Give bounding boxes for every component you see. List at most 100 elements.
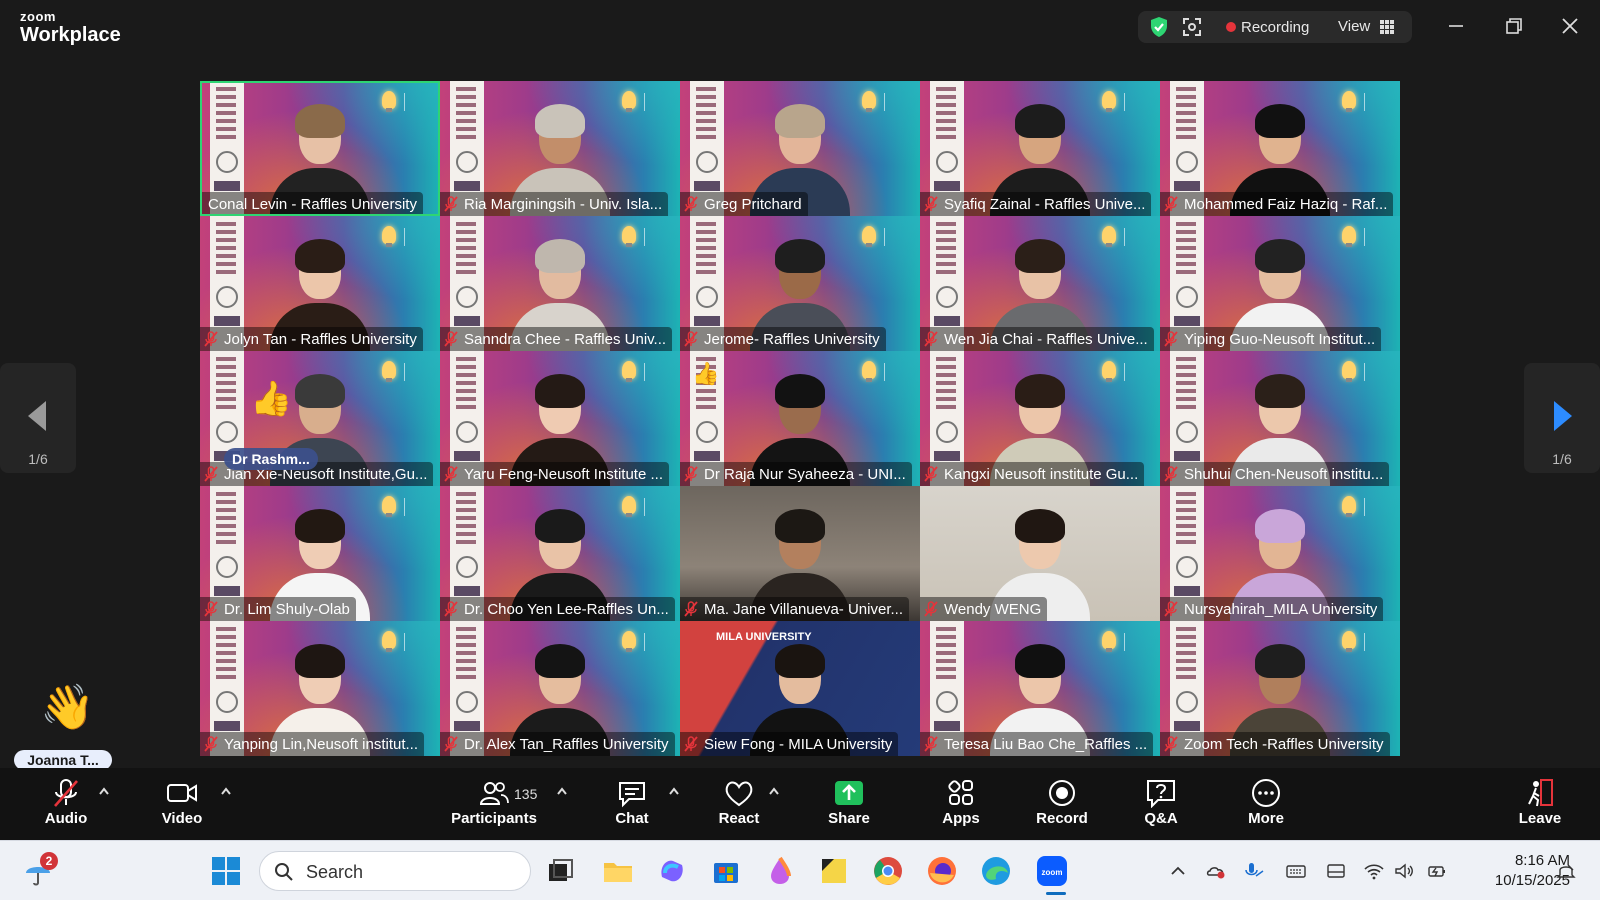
apps-button[interactable]: Apps — [936, 774, 986, 834]
participant-name: Ria Marginingsih - Univ. Isla... — [464, 195, 663, 213]
onedrive-icon[interactable] — [1206, 862, 1226, 880]
participant-name-bar: Dr. Alex Tan_Raffles University — [440, 732, 675, 756]
conference-logo — [1364, 498, 1390, 516]
lightbulb-icon — [862, 91, 876, 112]
clock-time: 8:16 AM — [1514, 852, 1570, 869]
share-button[interactable]: Share — [824, 774, 874, 834]
participant-name-bar: Yaru Feng-Neusoft Institute ... — [440, 462, 669, 486]
copilot-icon[interactable] — [656, 855, 688, 887]
participant-name-bar: Kangxi Neusoft institute Gu... — [920, 462, 1145, 486]
grid-view-icon[interactable] — [1380, 20, 1394, 34]
participant-name-bar: Mohammed Faiz Haziq - Raf... — [1160, 192, 1394, 216]
participant-name-bar: Dr Raja Nur Syaheeza - UNI... — [680, 462, 912, 486]
shield-check-icon[interactable] — [1148, 16, 1170, 38]
microphone-muted-icon — [204, 466, 218, 482]
participant-tile[interactable]: Conal Levin - Raffles University — [200, 81, 440, 216]
record-button[interactable]: Record — [1034, 774, 1090, 834]
participant-tile[interactable]: Yiping Guo-Neusoft Institut... — [1160, 216, 1400, 351]
conference-logo — [1364, 228, 1390, 246]
view-button[interactable]: View — [1338, 18, 1370, 35]
video-options-caret-icon[interactable] — [220, 786, 232, 796]
participant-name-bar: Wen Jia Chai - Raffles Unive... — [920, 327, 1154, 351]
participant-tile[interactable]: Dr. Lim Shuly-Olab — [200, 486, 440, 621]
microphone-muted-icon — [684, 736, 698, 752]
minimize-icon[interactable] — [1444, 14, 1468, 38]
participant-tile[interactable]: Syafiq Zainal - Raffles Unive... — [920, 81, 1160, 216]
participant-name-bar: Siew Fong - MILA University — [680, 732, 899, 756]
display-icon[interactable] — [1326, 862, 1346, 880]
previous-page-button[interactable]: 1/6 — [0, 363, 76, 473]
microsoft-store-icon[interactable] — [710, 855, 742, 887]
conference-logo — [404, 228, 430, 246]
recording-label[interactable]: Recording — [1241, 19, 1309, 36]
participant-tile[interactable]: Yanping Lin,Neusoft institut... — [200, 621, 440, 756]
participant-tile[interactable]: Wendy WENG — [920, 486, 1160, 621]
participant-tile[interactable]: Kangxi Neusoft institute Gu... — [920, 351, 1160, 486]
arrow-left-icon — [28, 401, 46, 431]
participant-name: Dr Raja Nur Syaheeza - UNI... — [704, 465, 906, 483]
chat-label: Chat — [615, 810, 649, 827]
chevron-up-icon[interactable] — [1168, 862, 1188, 880]
react-button[interactable]: React — [712, 774, 766, 834]
file-explorer-icon[interactable] — [602, 855, 634, 887]
participant-tile[interactable]: Ria Marginingsih - Univ. Isla... — [440, 81, 680, 216]
participant-tile[interactable]: Mohammed Faiz Haziq - Raf... — [1160, 81, 1400, 216]
participant-tile[interactable]: Teresa Liu Bao Che_Raffles ... — [920, 621, 1160, 756]
participant-tile[interactable]: Ma. Jane Villanueva- Univer... — [680, 486, 920, 621]
participant-tile[interactable]: Zoom Tech -Raffles University — [1160, 621, 1400, 756]
participant-tile[interactable]: Nursyahirah_MILA University — [1160, 486, 1400, 621]
audio-button[interactable]: Audio — [38, 774, 94, 834]
participant-tile[interactable]: Jolyn Tan - Raffles University — [200, 216, 440, 351]
share-label: Share — [828, 810, 870, 827]
participant-tile[interactable]: 👍 Dr Raja Nur Syaheeza - UNI... — [680, 351, 920, 486]
zoom-taskbar-icon[interactable]: zoom — [1036, 855, 1068, 887]
participant-tile[interactable]: Sanndra Chee - Raffles Univ... — [440, 216, 680, 351]
paint-drop-icon[interactable] — [764, 855, 796, 887]
conference-logo — [644, 228, 670, 246]
audio-options-caret-icon[interactable] — [98, 786, 110, 796]
task-view-icon[interactable] — [545, 855, 577, 887]
close-icon[interactable] — [1558, 14, 1582, 38]
participant-tile[interactable]: Jerome- Raffles University — [680, 216, 920, 351]
system-clock[interactable]: 8:16 AM 10/15/2025 — [1466, 851, 1570, 891]
video-button[interactable]: Video — [154, 774, 210, 834]
notification-bell-icon[interactable] — [1556, 862, 1576, 880]
conference-logo — [884, 363, 910, 381]
participant-tile[interactable]: Yaru Feng-Neusoft Institute ... — [440, 351, 680, 486]
participant-tile[interactable]: Shuhui Chen-Neusoft institu... — [1160, 351, 1400, 486]
leave-button[interactable]: Leave — [1516, 774, 1564, 834]
sticky-notes-icon[interactable] — [818, 855, 850, 887]
qa-button[interactable]: Q&A — [1138, 774, 1184, 834]
restore-icon[interactable] — [1502, 14, 1526, 38]
participant-tile[interactable]: Dr. Alex Tan_Raffles University — [440, 621, 680, 756]
firefox-icon[interactable] — [926, 855, 958, 887]
participants-button[interactable]: Participants — [448, 774, 540, 834]
participants-options-caret-icon[interactable] — [556, 786, 568, 796]
mic-tray-icon[interactable] — [1244, 862, 1264, 880]
react-options-caret-icon[interactable] — [768, 786, 780, 796]
more-button[interactable]: More — [1244, 774, 1288, 834]
participant-tile[interactable]: Dr. Choo Yen Lee-Raffles Un... — [440, 486, 680, 621]
microphone-muted-icon — [1164, 466, 1178, 482]
arrow-right-icon — [1554, 401, 1572, 431]
taskbar-search-input[interactable]: Search — [259, 851, 531, 891]
participants-label: Participants — [451, 810, 537, 827]
volume-icon[interactable] — [1394, 862, 1414, 880]
chat-options-caret-icon[interactable] — [668, 786, 680, 796]
wifi-icon[interactable] — [1364, 862, 1384, 880]
windows-start-icon[interactable] — [210, 855, 242, 887]
participant-tile[interactable]: Greg Pritchard — [680, 81, 920, 216]
chat-button[interactable]: Chat — [606, 774, 658, 834]
chrome-icon[interactable] — [872, 855, 904, 887]
focus-mode-icon[interactable] — [1182, 17, 1202, 37]
raised-hand-name[interactable]: Joanna T... — [14, 750, 112, 770]
participant-tile[interactable]: MILA UNIVERSITY Siew Fong - MILA Universi… — [680, 621, 920, 756]
participant-tile[interactable]: 👍 Jian Xie-Neusoft Institute,Gu... Dr Rash… — [200, 351, 440, 486]
next-page-button[interactable]: 1/6 — [1524, 363, 1600, 473]
participant-name: Teresa Liu Bao Che_Raffles ... — [944, 735, 1148, 753]
edge-icon[interactable] — [980, 855, 1012, 887]
participant-name: Sanndra Chee - Raffles Univ... — [464, 330, 667, 348]
keyboard-icon[interactable] — [1286, 862, 1306, 880]
battery-icon[interactable] — [1426, 862, 1446, 880]
participant-tile[interactable]: Wen Jia Chai - Raffles Unive... — [920, 216, 1160, 351]
